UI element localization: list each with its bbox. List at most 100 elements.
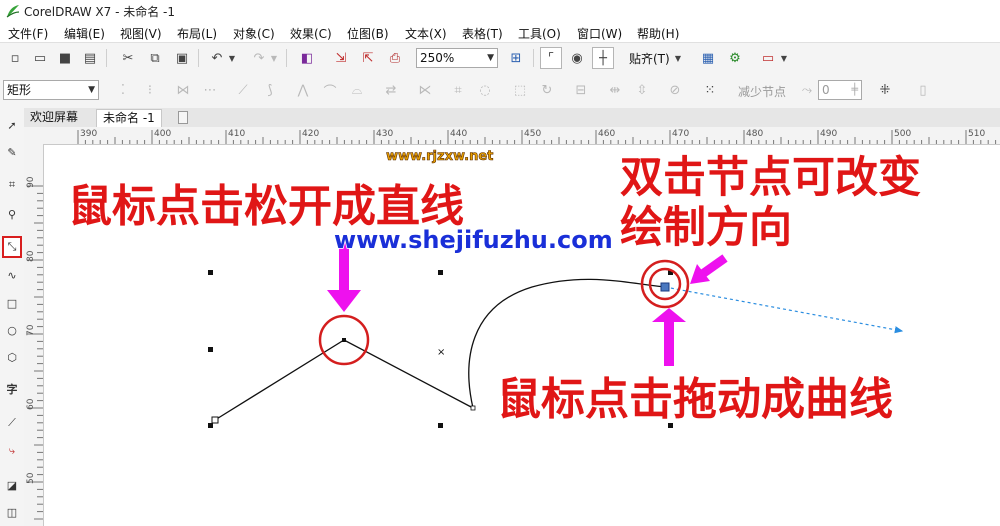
ellipse-tool-icon[interactable]: ○ — [3, 321, 21, 339]
mirror-vertical-icon[interactable]: ⇳ — [631, 79, 653, 101]
menu-bitmaps[interactable]: 位图(B) — [347, 25, 389, 42]
transparency-icon[interactable]: ◫ — [3, 503, 21, 521]
text-tool-icon[interactable]: 字 — [3, 380, 21, 398]
shape-tool-icon[interactable]: ✎ — [3, 143, 21, 161]
crop-tool-icon[interactable]: ⌗ — [3, 176, 21, 194]
redo-dropdown-icon[interactable]: ▼ — [268, 47, 280, 69]
options-icon[interactable]: ⚙ — [724, 47, 746, 69]
export-icon[interactable]: ⇱ — [357, 47, 379, 69]
tab-untitled-1[interactable]: 未命名 -1 — [96, 109, 162, 127]
extend-curve-icon[interactable]: ⋉ — [414, 79, 436, 101]
menu-object[interactable]: 对象(C) — [233, 25, 275, 42]
menu-help[interactable]: 帮助(H) — [637, 25, 679, 42]
print-icon[interactable]: ▤ — [79, 47, 101, 69]
ruler-label: 60 — [26, 398, 36, 410]
show-grid-icon[interactable]: ◉ — [566, 47, 588, 69]
import-icon[interactable]: ⇲ — [330, 47, 352, 69]
bounding-box-icon[interactable]: ▯ — [912, 79, 934, 101]
horizontal-ruler[interactable]: 390 400 410 420 430 440 450 460 470 480 490 500 510 — [43, 127, 1000, 145]
curve-smoothness-icon[interactable]: ⤳ — [796, 79, 818, 101]
drawing-canvas[interactable]: × www.rjzxw.net www.shejifuzhu.com 鼠标点击松… — [44, 145, 1000, 526]
extract-subpath-icon[interactable]: ⌗ — [447, 79, 469, 101]
artistic-media-icon[interactable]: ∿ — [3, 266, 21, 284]
menu-text[interactable]: 文本(X) — [405, 25, 447, 42]
new-document-icon[interactable]: ▫ — [4, 47, 26, 69]
align-nodes-icon[interactable]: ⊟ — [570, 79, 592, 101]
save-icon[interactable]: ■ — [54, 47, 76, 69]
stretch-nodes-icon[interactable]: ⬚ — [509, 79, 531, 101]
drop-shadow-icon[interactable]: ◪ — [3, 476, 21, 494]
toolbox: ➚ ✎ ⌗ ⚲ ⤡ ∿ □ ○ ⬡ 字 ⟋ ⤷ ◪ ◫ — [0, 108, 25, 526]
undo-dropdown-icon[interactable]: ▼ — [226, 47, 238, 69]
reduce-nodes-button[interactable]: 减少节点 — [738, 83, 786, 100]
pick-tool-icon[interactable]: ➚ — [3, 116, 21, 134]
undo-icon[interactable]: ↶ — [206, 47, 228, 69]
ruler-label: 440 — [450, 129, 467, 139]
select-all-nodes-icon[interactable]: ⁙ — [699, 79, 721, 101]
symmetrical-node-icon[interactable]: ⌓ — [346, 79, 368, 101]
application-launcher-icon[interactable]: ▭ — [757, 47, 779, 69]
show-rulers-icon[interactable]: ⌜ — [540, 47, 562, 69]
reverse-direction-icon[interactable]: ⇄ — [380, 79, 402, 101]
ruler-label: 450 — [524, 129, 541, 139]
copy-icon[interactable]: ⧉ — [144, 47, 166, 69]
start-node[interactable] — [211, 416, 219, 424]
zoom-level-select[interactable]: 250% ▼ — [416, 48, 498, 68]
menu-table[interactable]: 表格(T) — [462, 25, 503, 42]
corner-node[interactable] — [342, 338, 346, 342]
curve-smoothness-input[interactable]: 0 ╪ — [818, 80, 862, 100]
cut-icon[interactable]: ✂ — [117, 47, 139, 69]
convert-to-line-icon[interactable]: ⟋ — [232, 79, 254, 101]
welcome-screen-icon[interactable]: ▦ — [697, 47, 719, 69]
menu-window[interactable]: 窗口(W) — [577, 25, 622, 42]
menu-file[interactable]: 文件(F) — [8, 25, 48, 42]
vertical-ruler[interactable]: 90 80 70 60 50 — [24, 144, 44, 526]
slider-handle-icon: ╪ — [851, 83, 858, 96]
search-content-icon[interactable]: ◧ — [296, 47, 318, 69]
rotate-nodes-icon[interactable]: ↻ — [536, 79, 558, 101]
rectangle-tool-icon[interactable]: □ — [3, 294, 21, 312]
arrow-up-to-end-node-icon — [652, 308, 686, 366]
end-node[interactable] — [660, 282, 670, 292]
open-folder-icon[interactable]: ▭ — [29, 47, 51, 69]
paste-icon[interactable]: ▣ — [171, 47, 193, 69]
menu-view[interactable]: 视图(V) — [120, 25, 162, 42]
menu-effects[interactable]: 效果(C) — [290, 25, 332, 42]
show-guidelines-icon[interactable]: ┼ — [592, 47, 614, 69]
add-nodes-icon[interactable]: ⁚ — [112, 79, 134, 101]
menu-tools[interactable]: 工具(O) — [518, 25, 561, 42]
redo-icon[interactable]: ↷ — [248, 47, 270, 69]
close-curve-icon[interactable]: ◌ — [474, 79, 496, 101]
coreldraw-logo-icon — [6, 5, 20, 18]
snap-dropdown-icon[interactable]: ▼ — [672, 47, 684, 69]
tab-welcome-screen[interactable]: 欢迎屏幕 — [24, 109, 84, 126]
node-selection-mode-value: 矩形 — [7, 83, 32, 97]
curve-start-node[interactable] — [470, 405, 476, 411]
convert-to-curve-icon[interactable]: ⟆ — [259, 79, 281, 101]
ruler-origin[interactable] — [24, 127, 44, 145]
launcher-dropdown-icon[interactable]: ▼ — [778, 47, 790, 69]
freehand-tool-icon[interactable]: ⤡ — [2, 236, 22, 258]
smooth-node-icon[interactable]: ⌒ — [319, 79, 341, 101]
delete-nodes-icon[interactable]: ⁝ — [139, 79, 161, 101]
snap-to-button[interactable]: 贴齐(T) — [629, 50, 670, 67]
document-tab-bar: 欢迎屏幕 未命名 -1 — [24, 108, 1000, 128]
new-tab-icon[interactable] — [178, 111, 188, 124]
elastic-mode-icon[interactable]: ⊘ — [664, 79, 686, 101]
break-curve-icon[interactable]: ⋯ — [199, 79, 221, 101]
full-screen-preview-icon[interactable]: ⊞ — [505, 47, 527, 69]
node-selection-mode-select[interactable]: 矩形 ▼ — [3, 80, 99, 100]
connector-tool-icon[interactable]: ⤷ — [3, 442, 21, 460]
menu-layout[interactable]: 布局(L) — [177, 25, 217, 42]
polygon-tool-icon[interactable]: ⬡ — [3, 348, 21, 366]
parallel-dimension-icon[interactable]: ⟋ — [3, 414, 21, 432]
zoom-tool-icon[interactable]: ⚲ — [3, 205, 21, 223]
title-bar: CorelDRAW X7 - 未命名 -1 — [0, 0, 1000, 23]
ruler-label: 50 — [26, 472, 36, 484]
menu-edit[interactable]: 编辑(E) — [64, 25, 105, 42]
cusp-node-icon[interactable]: ⋀ — [292, 79, 314, 101]
publish-pdf-icon[interactable]: ⎙ — [384, 47, 406, 69]
mirror-horizontal-icon[interactable]: ⇹ — [604, 79, 626, 101]
reflect-nodes-icon[interactable]: ⁜ — [874, 79, 896, 101]
join-nodes-icon[interactable]: ⋈ — [172, 79, 194, 101]
